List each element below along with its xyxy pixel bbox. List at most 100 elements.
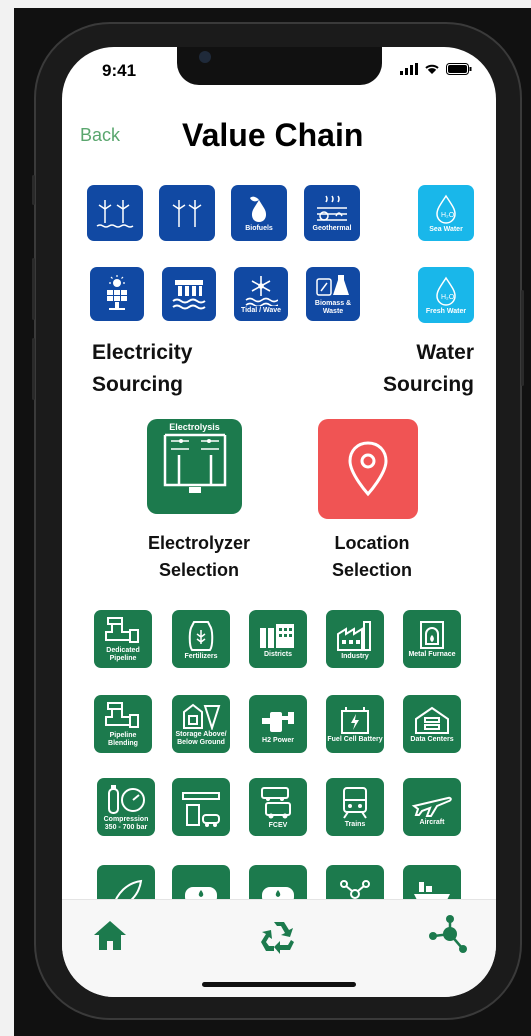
water-drop-icon: H₂O (436, 194, 456, 224)
notch (177, 47, 382, 85)
back-button[interactable]: Back (80, 125, 120, 146)
battery-icon (446, 63, 472, 75)
camera-icon (199, 51, 211, 63)
tidal-turbine-icon (245, 275, 278, 306)
home-indicator[interactable] (202, 982, 356, 987)
location-tile[interactable] (318, 419, 418, 519)
fcev-tile[interactable]: FCEV (249, 778, 307, 836)
tidal-wave-tile[interactable]: Tidal / Wave (234, 267, 288, 321)
location-caption-line1: Location (334, 533, 410, 553)
use-label: Trains (344, 820, 366, 828)
location-pin-icon (348, 441, 388, 497)
home-icon[interactable] (92, 918, 128, 952)
hydro-dam-icon (172, 280, 206, 310)
network-icon[interactable] (428, 914, 468, 954)
storage-icon (183, 703, 221, 730)
pressure-gauge-icon (108, 784, 145, 814)
water-line1: Water (416, 341, 474, 364)
fuel-cell-battery-tile[interactable]: Fuel Cell Battery (326, 695, 384, 753)
onshore-wind-icon (172, 200, 202, 227)
tidal-wave-label: Tidal / Wave (240, 306, 282, 314)
electrolyzer-caption-line1: Electrolyzer (147, 533, 251, 553)
pipeline-blending-tile[interactable]: Pipeline Blending (94, 695, 152, 753)
offshore-wind-tile[interactable] (87, 185, 143, 241)
use-label: Storage Above/ Below Ground (175, 730, 227, 746)
dedicated-pipeline-tile[interactable]: Dedicated Pipeline (94, 610, 152, 668)
pipeline-icon (105, 616, 139, 643)
hydro-tile[interactable] (162, 267, 216, 321)
aircraft-tile[interactable]: Aircraft (403, 778, 461, 836)
solar-tile[interactable] (90, 267, 144, 321)
wifi-icon (425, 64, 439, 74)
buildings-icon (260, 623, 294, 648)
water-drop-icon: H₂O (436, 276, 456, 306)
biomass-waste-label: Biomass & Waste (314, 299, 352, 315)
fertilizer-bag-icon (188, 620, 214, 651)
solar-icon (107, 275, 127, 310)
districts-tile[interactable]: Districts (249, 610, 307, 668)
biofuels-tile[interactable]: Biofuels (231, 185, 287, 241)
use-label: Metal Furnace (408, 650, 456, 658)
electrolyzer-caption-line2: Selection (158, 560, 240, 580)
furnace-icon (420, 620, 444, 649)
use-label: Fertilizers (184, 652, 218, 660)
location-caption-line2: Selection (331, 560, 413, 580)
electrolysis-icon (163, 433, 226, 493)
use-label: Pipeline Blending (108, 731, 138, 747)
geothermal-icon (317, 195, 347, 221)
biomass-waste-tile[interactable]: Biomass & Waste (306, 267, 360, 321)
industry-tile[interactable]: Industry (326, 610, 384, 668)
use-label: FCEV (268, 821, 288, 829)
volume-up-button (32, 258, 35, 320)
metal-furnace-tile[interactable]: Metal Furnace (403, 610, 461, 668)
use-label: H2 Power (262, 736, 294, 744)
use-label: Fuel Cell Battery (327, 735, 383, 743)
fueling-station-tile[interactable] (172, 778, 230, 836)
status-time: 9:41 (102, 61, 137, 80)
fertilizers-tile[interactable]: Fertilizers (172, 610, 230, 668)
recycle-icon[interactable] (260, 918, 298, 954)
svg-text:H₂O: H₂O (441, 212, 455, 219)
geothermal-label: Geothermal (312, 224, 352, 232)
use-label: Aircraft (419, 818, 445, 826)
power-button (521, 290, 524, 386)
use-label: Districts (263, 650, 292, 658)
compression-tile[interactable]: Compression 350 - 700 bar (97, 778, 155, 836)
app-screen: 9:41 Back Value Chain Biofuels Geotherma… (62, 47, 496, 997)
fresh-water-tile[interactable]: H₂O Fresh Water (418, 267, 474, 323)
page-title: Value Chain (182, 117, 364, 153)
status-icons (400, 63, 472, 75)
biofuels-icon (250, 196, 267, 222)
signal-icon (400, 63, 418, 75)
electricity-line1: Electricity (92, 341, 193, 364)
factory-icon (337, 620, 371, 651)
mute-switch (32, 175, 35, 205)
use-label: Industry (341, 652, 369, 660)
electrolyzer-selection-caption: Electrolyzer Selection (132, 530, 266, 584)
data-center-icon (415, 706, 449, 734)
battery-cell-icon (341, 706, 369, 734)
electrolysis-label: Electrolysis (169, 422, 220, 432)
biomass-icon (316, 274, 349, 296)
water-sourcing-heading: Water Sourcing (370, 337, 474, 401)
sea-water-label: Sea Water (429, 225, 463, 233)
electrolyzer-tile[interactable]: Electrolysis (147, 419, 242, 514)
electricity-sourcing-heading: Electricity Sourcing (92, 337, 192, 401)
trains-tile[interactable]: Trains (326, 778, 384, 836)
h2-power-icon (262, 711, 294, 732)
pipeline-blend-icon (105, 701, 139, 728)
volume-down-button (32, 338, 35, 400)
location-selection-caption: Location Selection (312, 530, 432, 584)
fueling-station-icon (182, 792, 220, 827)
aircraft-icon (411, 796, 452, 817)
data-centers-tile[interactable]: Data Centers (403, 695, 461, 753)
storage-tile[interactable]: Storage Above/ Below Ground (172, 695, 230, 753)
sea-water-tile[interactable]: H₂O Sea Water (418, 185, 474, 241)
h2-power-tile[interactable]: H2 Power (249, 695, 307, 753)
use-label: Data Centers (410, 735, 454, 743)
svg-text:H₂O: H₂O (441, 294, 455, 301)
water-line2: Sourcing (382, 373, 474, 396)
geothermal-tile[interactable]: Geothermal (304, 185, 360, 241)
onshore-wind-tile[interactable] (159, 185, 215, 241)
fresh-water-label: Fresh Water (425, 307, 467, 315)
